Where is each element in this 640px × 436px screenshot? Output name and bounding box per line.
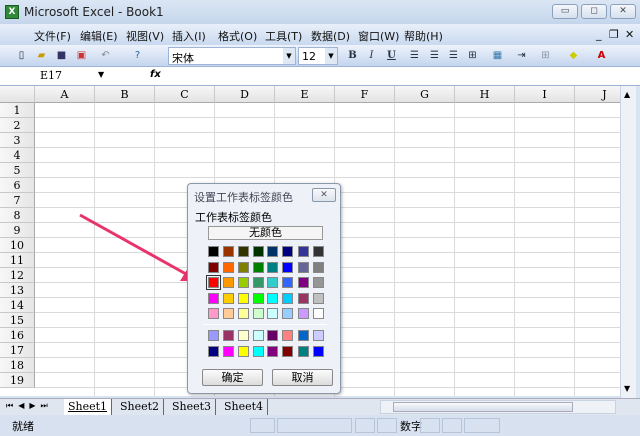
color-swatch[interactable] [282,246,293,257]
color-swatch[interactable] [223,346,234,357]
status-num: 数字 [400,420,422,433]
status-panel [420,418,440,433]
status-panel [250,418,275,433]
color-swatch[interactable] [313,293,324,304]
horizontal-scrollbar[interactable] [380,400,616,414]
color-swatch[interactable] [238,330,249,341]
dialog-title: 设置工作表标签颜色 [194,191,293,204]
color-swatch[interactable] [208,246,219,257]
color-swatch[interactable] [313,346,324,357]
tab-color-dialog: 设置工作表标签颜色 ✕ 工作表标签颜色 无颜色 确定 取消 [187,183,341,394]
color-swatch[interactable] [238,293,249,304]
color-swatch[interactable] [313,277,324,288]
color-swatch[interactable] [313,246,324,257]
status-ready: 就绪 [12,420,34,433]
color-swatch[interactable] [313,308,324,319]
color-swatch[interactable] [282,277,293,288]
color-swatch[interactable] [238,262,249,273]
color-swatch[interactable] [238,277,249,288]
color-swatch[interactable] [208,262,219,273]
color-swatch[interactable] [267,262,278,273]
tab-navigation-icons[interactable]: ⏮◀▶⏭ [6,401,53,411]
sheet-tab[interactable]: Sheet3 [168,399,217,415]
color-swatch[interactable] [313,262,324,273]
color-swatch[interactable] [298,346,309,357]
color-swatch[interactable] [223,308,234,319]
color-swatch[interactable] [253,293,264,304]
arrow-line [79,213,187,276]
color-swatch[interactable] [282,293,293,304]
color-swatch[interactable] [313,330,324,341]
color-swatch[interactable] [267,277,278,288]
sheet-tab-bar: ⏮◀▶⏭ Sheet1 Sheet2 Sheet3 Sheet4 [0,398,640,415]
status-panel [442,418,462,433]
dialog-label: 工作表标签颜色 [195,211,272,224]
color-swatch[interactable] [267,308,278,319]
color-swatch[interactable] [208,330,219,341]
color-swatch[interactable] [282,330,293,341]
color-swatch[interactable] [223,262,234,273]
sheet-tab[interactable]: Sheet1 [64,399,113,415]
divider [203,324,327,325]
color-swatch[interactable] [253,246,264,257]
color-swatch[interactable] [253,308,264,319]
color-swatch[interactable] [253,346,264,357]
color-swatch[interactable] [238,346,249,357]
color-swatch[interactable] [298,246,309,257]
dialog-close-button[interactable]: ✕ [312,188,336,202]
color-swatch[interactable] [238,246,249,257]
color-swatch[interactable] [282,346,293,357]
ok-button[interactable]: 确定 [202,369,263,386]
color-swatch[interactable] [298,308,309,319]
color-swatch[interactable] [206,275,221,290]
color-swatch[interactable] [238,308,249,319]
status-bar: 就绪 数字 [0,415,640,436]
color-swatch[interactable] [223,246,234,257]
scroll-thumb[interactable] [393,402,573,412]
no-color-button[interactable]: 无颜色 [208,226,323,240]
color-swatch[interactable] [253,262,264,273]
cancel-button[interactable]: 取消 [272,369,333,386]
color-swatch[interactable] [223,293,234,304]
color-swatch[interactable] [223,277,234,288]
color-swatch[interactable] [267,293,278,304]
sheet-tab[interactable]: Sheet2 [116,399,165,415]
sheet-tab[interactable]: Sheet4 [220,399,269,415]
color-swatch[interactable] [267,330,278,341]
status-panel [355,418,375,433]
color-swatch[interactable] [282,308,293,319]
color-swatch[interactable] [253,277,264,288]
color-swatch[interactable] [267,346,278,357]
color-swatch[interactable] [208,293,219,304]
status-panel [464,418,500,433]
color-swatch[interactable] [223,330,234,341]
status-panel [377,418,397,433]
color-swatch[interactable] [253,330,264,341]
color-swatch[interactable] [298,262,309,273]
color-swatch[interactable] [282,262,293,273]
color-swatch[interactable] [208,346,219,357]
color-swatch[interactable] [208,308,219,319]
status-panel [277,418,352,433]
color-swatch[interactable] [298,330,309,341]
color-swatch[interactable] [298,293,309,304]
color-swatch[interactable] [298,277,309,288]
color-swatch[interactable] [267,246,278,257]
